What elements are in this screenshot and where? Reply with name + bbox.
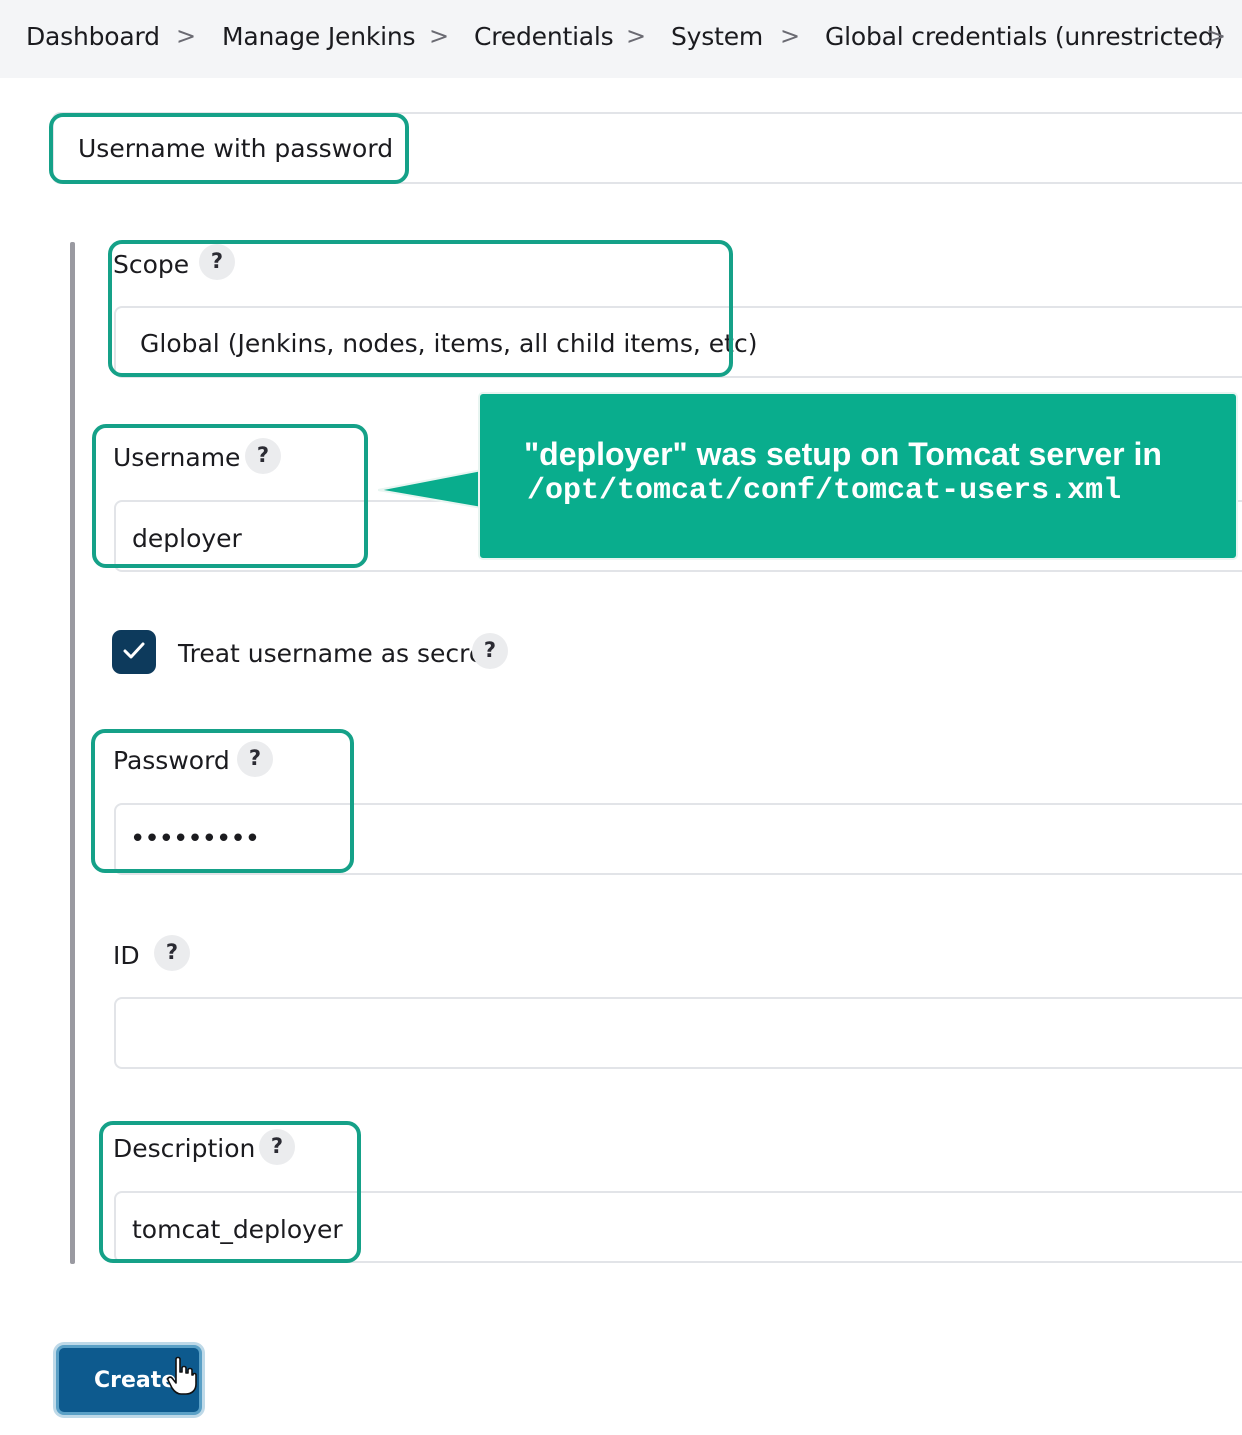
scope-highlight xyxy=(108,240,733,377)
check-icon xyxy=(123,642,145,659)
hand-cursor-icon xyxy=(167,1356,197,1395)
kind-highlight xyxy=(49,113,409,184)
breadcrumb-manage-jenkins[interactable]: Manage Jenkins xyxy=(222,22,416,51)
treat-secret-help-icon[interactable]: ? xyxy=(472,633,508,669)
chevron-right-icon: > xyxy=(780,22,801,50)
breadcrumb: Dashboard > Manage Jenkins > Credentials… xyxy=(0,0,1242,78)
username-highlight xyxy=(92,424,368,568)
breadcrumb-credentials[interactable]: Credentials xyxy=(474,22,614,51)
treat-username-secret-label[interactable]: Treat username as secret xyxy=(178,639,494,668)
treat-username-secret-checkbox[interactable] xyxy=(112,630,156,674)
breadcrumb-system[interactable]: System xyxy=(671,22,763,51)
chevron-right-icon: > xyxy=(626,22,647,50)
breadcrumb-global-credentials[interactable]: Global credentials (unrestricted) xyxy=(825,22,1223,51)
chevron-right-icon: > xyxy=(429,22,450,50)
id-label: ID xyxy=(113,941,140,970)
form-section-bar xyxy=(70,242,75,1264)
chevron-right-icon: > xyxy=(176,22,197,50)
description-highlight xyxy=(99,1121,361,1263)
callout-text-path: /opt/tomcat/conf/tomcat-users.xml xyxy=(527,474,1122,508)
id-input[interactable] xyxy=(114,997,1242,1069)
callout-pointer xyxy=(378,469,482,509)
breadcrumb-dashboard[interactable]: Dashboard xyxy=(26,22,160,51)
chevron-right-icon: > xyxy=(1206,22,1227,50)
create-button-label[interactable]: Create xyxy=(94,1368,176,1393)
callout-text-line1: "deployer" was setup on Tomcat server in xyxy=(524,436,1162,472)
password-highlight xyxy=(91,729,354,873)
id-help-icon[interactable]: ? xyxy=(154,935,190,971)
